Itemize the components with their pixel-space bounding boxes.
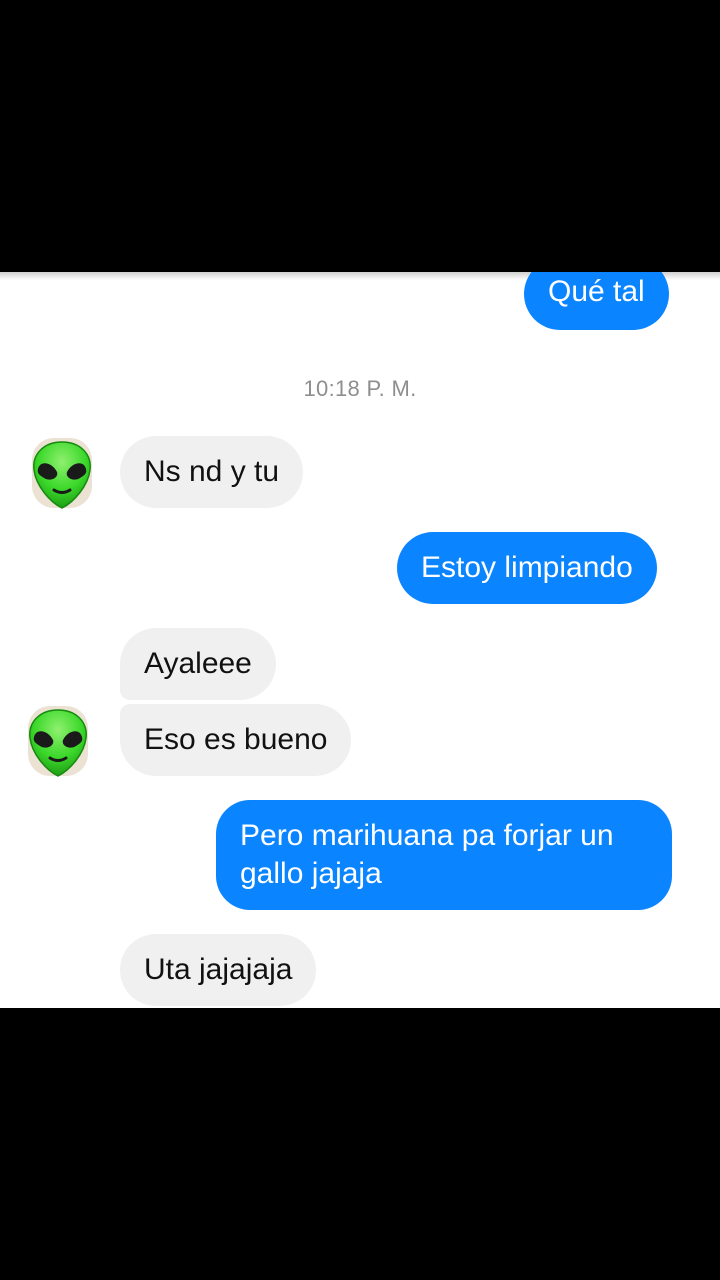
message-thread[interactable]: Qué tal 10:18 P. M. Ns nd y tu Estoy lim…	[0, 272, 720, 1008]
bottom-black-bar	[0, 1008, 720, 1280]
top-black-bar	[0, 0, 720, 272]
message-incoming[interactable]: Ayaleee	[120, 628, 276, 700]
message-outgoing[interactable]: Pero marihuana pa forjar un gallo jajaja	[216, 800, 672, 910]
alien-avatar-icon[interactable]	[28, 436, 96, 510]
message-timestamp: 10:18 P. M.	[303, 376, 417, 401]
message-incoming[interactable]: Uta jajajaja	[120, 934, 317, 1006]
message-incoming[interactable]: Ns nd y tu	[120, 436, 304, 508]
message-incoming[interactable]: Eso es bueno	[120, 704, 352, 776]
alien-avatar-icon[interactable]	[24, 704, 92, 778]
message-outgoing[interactable]: Estoy limpiando	[397, 532, 657, 604]
message-outgoing[interactable]: Qué tal	[524, 272, 669, 330]
